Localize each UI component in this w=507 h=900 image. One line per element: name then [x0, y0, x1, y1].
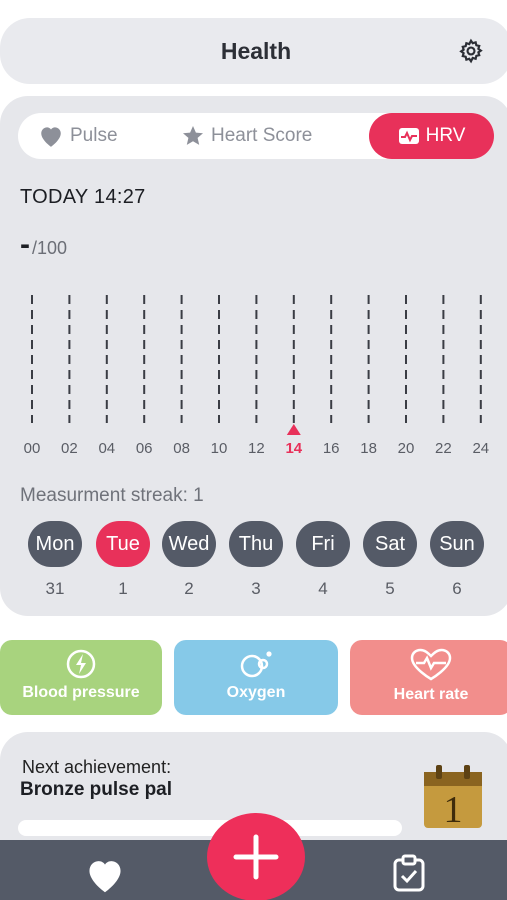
metric-tabs: Pulse Heart Score HRV	[18, 113, 494, 159]
hour-label: 00	[24, 440, 41, 457]
tab-hrv-label: HRV	[425, 125, 466, 146]
day-name: Sun	[430, 521, 484, 567]
heart-icon[interactable]	[84, 856, 126, 894]
day-number: 5	[385, 579, 395, 598]
reading-score: - /100	[20, 230, 67, 260]
star-icon	[183, 126, 203, 145]
heart-rate-label: Heart rate	[393, 686, 469, 703]
hour-label: 14	[285, 440, 302, 457]
hour-label: 20	[398, 440, 415, 457]
day-item-wed[interactable]: Wed 2	[161, 521, 217, 599]
calendar-badge-icon: 1	[424, 765, 482, 830]
day-number: 2	[184, 579, 194, 598]
day-name: Fri	[296, 521, 350, 567]
wave-icon	[398, 128, 419, 144]
tab-hrv[interactable]: HRV	[369, 113, 494, 159]
page-title: Health	[220, 38, 292, 64]
hour-label: 16	[323, 440, 340, 457]
tab-pulse-label: Pulse	[70, 125, 118, 146]
tab-pulse[interactable]: Pulse	[38, 113, 118, 159]
day-selector: Mon 31 Tue 1 Wed 2 Thu 3 Fri 4 Sat 5 Sun 6	[0, 521, 507, 601]
day-name: Wed	[162, 521, 216, 567]
day-name: Tue	[96, 521, 150, 567]
day-number: 1	[118, 579, 128, 598]
gear-icon[interactable]	[458, 38, 484, 64]
hour-label: 12	[248, 440, 265, 457]
hour-label: 04	[98, 440, 115, 457]
day-item-thu[interactable]: Thu 3	[228, 521, 284, 599]
day-number: 4	[318, 579, 328, 598]
current-time-marker	[286, 424, 301, 435]
day-item-mon[interactable]: Mon 31	[27, 521, 83, 599]
hour-label: 08	[173, 440, 190, 457]
heart-icon	[41, 127, 61, 147]
hour-label: 02	[61, 440, 78, 457]
achievement-name: Bronze pulse pal	[20, 779, 173, 800]
hour-label: 10	[211, 440, 228, 457]
achievement-label: Next achievement:	[22, 757, 172, 777]
hour-label: 18	[360, 440, 377, 457]
blood-pressure-tile[interactable]: Blood pressure	[0, 640, 162, 715]
day-item-sun[interactable]: Sun 6	[429, 521, 485, 599]
score-max: /100	[32, 238, 68, 258]
day-name: Sat	[363, 521, 417, 567]
day-name: Thu	[229, 521, 283, 567]
day-item-sat[interactable]: Sat 5	[362, 521, 418, 599]
achievement-progress-bar	[18, 820, 402, 836]
oxygen-tile[interactable]: Oxygen	[174, 640, 338, 715]
heart-pulse-icon	[410, 648, 452, 681]
day-name: Mon	[28, 521, 82, 567]
day-number: 6	[452, 579, 462, 598]
clipboard-check-icon[interactable]	[392, 854, 426, 892]
reading-timestamp: TODAY 14:27	[20, 186, 146, 208]
day-item-fri[interactable]: Fri 4	[295, 521, 351, 599]
streak-label: Measurment streak: 1	[20, 485, 204, 506]
add-measurement-button[interactable]	[207, 813, 305, 900]
blood-pressure-label: Blood pressure	[22, 684, 140, 701]
hrv-timeline: 00 02 04 06 08 10 12 14 16 18 20 22 24	[24, 295, 489, 457]
day-item-tue[interactable]: Tue 1	[95, 521, 151, 599]
tab-heart-score[interactable]: Heart Score	[181, 113, 312, 159]
plus-icon	[233, 834, 279, 880]
hour-label: 24	[472, 440, 489, 457]
heart-rate-tile[interactable]: Heart rate	[350, 640, 507, 715]
day-number: 31	[45, 579, 65, 598]
day-number: 3	[251, 579, 261, 598]
hour-label: 06	[136, 440, 153, 457]
bolt-icon	[66, 649, 96, 679]
hour-label: 22	[435, 440, 452, 457]
achievement-badge-number: 1	[444, 789, 463, 830]
oxygen-label: Oxygen	[226, 684, 286, 701]
bubbles-icon	[240, 651, 272, 678]
tab-heart-score-label: Heart Score	[211, 125, 313, 146]
header-bar: Health	[0, 18, 507, 84]
score-value: -	[20, 228, 30, 261]
